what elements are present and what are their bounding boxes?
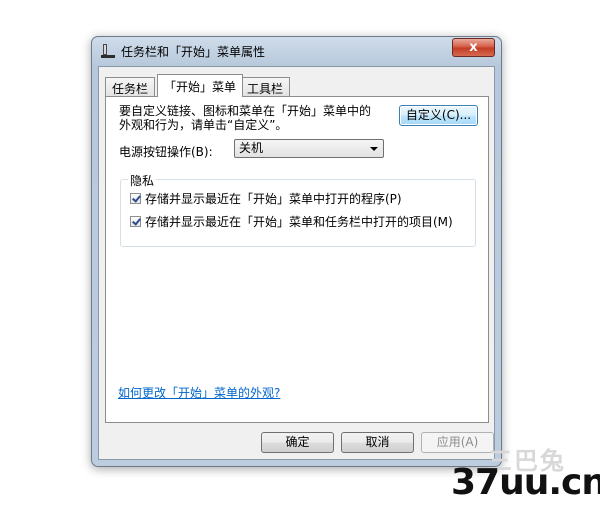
store-recent-items-option[interactable]: 存储并显示最近在「开始」菜单和任务栏中打开的项目(M)	[130, 213, 453, 230]
close-icon: x	[469, 40, 478, 55]
privacy-group: 隐私 存储并显示最近在「开始」菜单中打开的程序(P) 存储并显示最近在「开始」菜…	[120, 172, 476, 247]
start-menu-panel: 要自定义链接、图标和菜单在「开始」菜单中的 外观和行为，请单击“自定义”。 自定…	[105, 96, 489, 423]
customize-button[interactable]: 自定义(C)...	[399, 105, 478, 126]
store-recent-programs-checkbox[interactable]	[130, 193, 141, 204]
tab-toolbars[interactable]: 工具栏	[240, 77, 291, 96]
close-button[interactable]: x	[452, 38, 495, 57]
description-line-2: 外观和行为，请单击“自定义”。	[119, 118, 288, 132]
taskbar-properties-icon	[101, 44, 115, 58]
privacy-group-title: 隐私	[128, 172, 157, 189]
tab-start-menu[interactable]: 「开始」菜单	[157, 74, 244, 97]
power-button-selected-value: 关机	[239, 141, 264, 155]
store-recent-items-checkbox[interactable]	[130, 216, 141, 227]
properties-dialog: 任务栏和「开始」菜单属性 x 任务栏 「开始」菜单 工具栏 要自定义链接、图标和…	[91, 36, 502, 467]
help-link[interactable]: 如何更改「开始」菜单的外观?	[118, 384, 280, 401]
tab-taskbar[interactable]: 任务栏	[105, 77, 156, 96]
power-button-label: 电源按钮操作(B):	[119, 145, 213, 159]
ok-button[interactable]: 确定	[261, 432, 334, 453]
site-watermark: 37uu.cn	[451, 462, 600, 503]
window-title: 任务栏和「开始」菜单属性	[121, 45, 266, 59]
title-bar[interactable]: 任务栏和「开始」菜单属性 x	[92, 37, 501, 65]
store-recent-programs-option[interactable]: 存储并显示最近在「开始」菜单中打开的程序(P)	[130, 190, 402, 207]
store-recent-items-label: 存储并显示最近在「开始」菜单和任务栏中打开的项目(M)	[145, 215, 453, 229]
cancel-button[interactable]: 取消	[341, 432, 414, 453]
chevron-down-icon	[370, 147, 378, 151]
customize-description: 要自定义链接、图标和菜单在「开始」菜单中的 外观和行为，请单击“自定义”。	[119, 104, 389, 132]
description-line-1: 要自定义链接、图标和菜单在「开始」菜单中的	[119, 104, 372, 118]
apply-button[interactable]: 应用(A)	[421, 432, 494, 453]
store-recent-programs-label: 存储并显示最近在「开始」菜单中打开的程序(P)	[145, 192, 402, 206]
dialog-client-area: 任务栏 「开始」菜单 工具栏 要自定义链接、图标和菜单在「开始」菜单中的 外观和…	[98, 66, 495, 460]
power-button-action-select[interactable]: 关机	[234, 139, 384, 158]
